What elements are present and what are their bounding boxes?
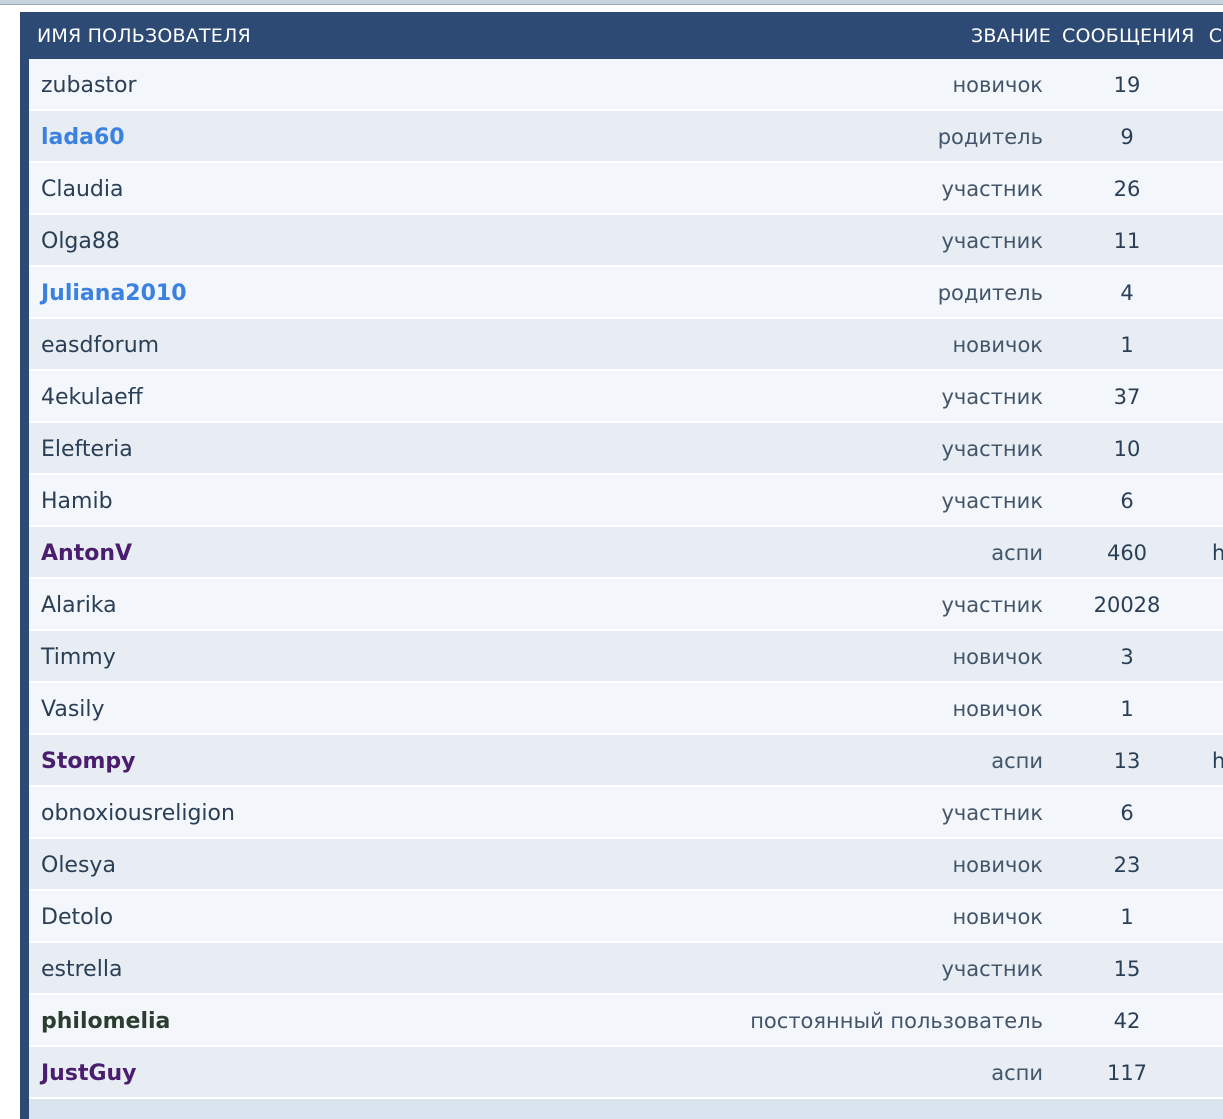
user-rank: новичок — [952, 905, 1043, 929]
post-count: 19 — [1113, 73, 1141, 97]
username-link[interactable]: Timmy — [41, 645, 116, 670]
post-count: 15 — [1113, 957, 1141, 981]
top-divider — [0, 0, 1223, 5]
table-row: Olga88 участник 11 — [29, 215, 1223, 267]
post-count: 13 — [1113, 749, 1141, 773]
user-rank: участник — [941, 437, 1043, 461]
username-link[interactable]: Juliana2010 — [41, 281, 187, 306]
post-count: 1 — [1120, 333, 1134, 357]
user-rank: участник — [941, 801, 1043, 825]
post-count: 20028 — [1093, 593, 1161, 617]
user-rank: новичок — [952, 73, 1043, 97]
username-link[interactable]: Vasily — [41, 697, 105, 722]
table-row: estrella участник 15 — [29, 943, 1223, 995]
table-row: Elefteria участник 10 — [29, 423, 1223, 475]
extra-column-value: h — [1212, 541, 1223, 565]
user-rank: участник — [941, 177, 1043, 201]
post-count: 11 — [1113, 229, 1141, 253]
post-count: 9 — [1120, 125, 1134, 149]
username-link[interactable]: Olesya — [41, 853, 116, 878]
username-link[interactable]: zubastor — [41, 73, 137, 98]
column-header-posts[interactable]: СООБЩЕНИЯ С — [1062, 25, 1222, 47]
post-count: 117 — [1106, 1061, 1148, 1085]
table-row: philomelia постоянный пользователь 42 — [29, 995, 1223, 1047]
column-header-username[interactable]: ИМЯ ПОЛЬЗОВАТЕЛЯ — [37, 25, 251, 47]
table-row: Detolo новичок 1 — [29, 891, 1223, 943]
table-header: ИМЯ ПОЛЬЗОВАТЕЛЯ ЗВАНИЕ СООБЩЕНИЯ С — [21, 13, 1223, 59]
table-row: Alarika участник 20028 — [29, 579, 1223, 631]
username-link[interactable]: philomelia — [41, 1009, 170, 1034]
username-link[interactable]: lada60 — [41, 125, 125, 150]
user-rank: новичок — [952, 333, 1043, 357]
username-link[interactable]: obnoxiousreligion — [41, 801, 235, 826]
table-row: easdforum новичок 1 — [29, 319, 1223, 371]
username-link[interactable]: Claudia — [41, 177, 123, 202]
table-row: Vasily новичок 1 — [29, 683, 1223, 735]
post-count: 1 — [1120, 697, 1134, 721]
post-count: 3 — [1120, 645, 1134, 669]
username-link[interactable]: Hamib — [41, 489, 113, 514]
user-rank: родитель — [937, 125, 1043, 149]
table-row: AntonV аспи 460 h — [29, 527, 1223, 579]
post-count: 42 — [1113, 1009, 1141, 1033]
username-link[interactable]: 4ekulaeff — [41, 385, 143, 410]
user-rank: аспи — [991, 541, 1043, 565]
user-rank: участник — [941, 593, 1043, 617]
user-rank: участник — [941, 229, 1043, 253]
table-row: JustGuy аспи 117 — [29, 1047, 1223, 1099]
table-row: Claudia участник 26 — [29, 163, 1223, 215]
user-rank: участник — [941, 385, 1043, 409]
table-row: Hamib участник 6 — [29, 475, 1223, 527]
post-count: 6 — [1120, 489, 1134, 513]
table-row: Stompy аспи 13 h — [29, 735, 1223, 787]
column-header-extra-label: С — [1208, 25, 1223, 47]
user-rank: постоянный пользователь — [750, 1009, 1043, 1033]
table-row: Juliana2010 родитель 4 — [29, 267, 1223, 319]
post-count: 6 — [1120, 801, 1134, 825]
user-rank: новичок — [952, 697, 1043, 721]
post-count: 1 — [1120, 905, 1134, 929]
username-link[interactable]: Olga88 — [41, 229, 120, 254]
post-count: 10 — [1113, 437, 1141, 461]
table-row: zubastor новичок 19 — [29, 59, 1223, 111]
column-header-posts-label: СООБЩЕНИЯ — [1062, 25, 1195, 47]
username-link[interactable]: easdforum — [41, 333, 159, 358]
post-count: 37 — [1113, 385, 1141, 409]
username-link[interactable]: Detolo — [41, 905, 113, 930]
post-count: 23 — [1113, 853, 1141, 877]
table-row: lada60 родитель 9 — [29, 111, 1223, 163]
column-header-rank[interactable]: ЗВАНИЕ — [971, 25, 1051, 47]
user-rank: новичок — [952, 853, 1043, 877]
table-row: obnoxiousreligion участник 6 — [29, 787, 1223, 839]
username-link[interactable]: Alarika — [41, 593, 117, 618]
username-link[interactable]: Elefteria — [41, 437, 133, 462]
username-link[interactable]: AntonV — [41, 541, 132, 566]
table-row: Olesya новичок 23 — [29, 839, 1223, 891]
user-rank: участник — [941, 957, 1043, 981]
username-link[interactable]: estrella — [41, 957, 122, 982]
username-link[interactable]: Stompy — [41, 749, 136, 774]
members-table: ИМЯ ПОЛЬЗОВАТЕЛЯ ЗВАНИЕ СООБЩЕНИЯ С zuba… — [20, 12, 1223, 1119]
table-body: zubastor новичок 19 lada60 родитель 9 Claudia у… — [29, 59, 1223, 1119]
user-rank: новичок — [952, 645, 1043, 669]
table-row-partial — [29, 1099, 1223, 1119]
user-rank: аспи — [991, 1061, 1043, 1085]
post-count: 26 — [1113, 177, 1141, 201]
extra-column-value: h — [1212, 749, 1223, 773]
user-rank: родитель — [937, 281, 1043, 305]
user-rank: аспи — [991, 749, 1043, 773]
table-row: 4ekulaeff участник 37 — [29, 371, 1223, 423]
post-count: 4 — [1120, 281, 1134, 305]
table-row: Timmy новичок 3 — [29, 631, 1223, 683]
username-link[interactable]: JustGuy — [41, 1061, 137, 1086]
user-rank: участник — [941, 489, 1043, 513]
post-count: 460 — [1106, 541, 1148, 565]
